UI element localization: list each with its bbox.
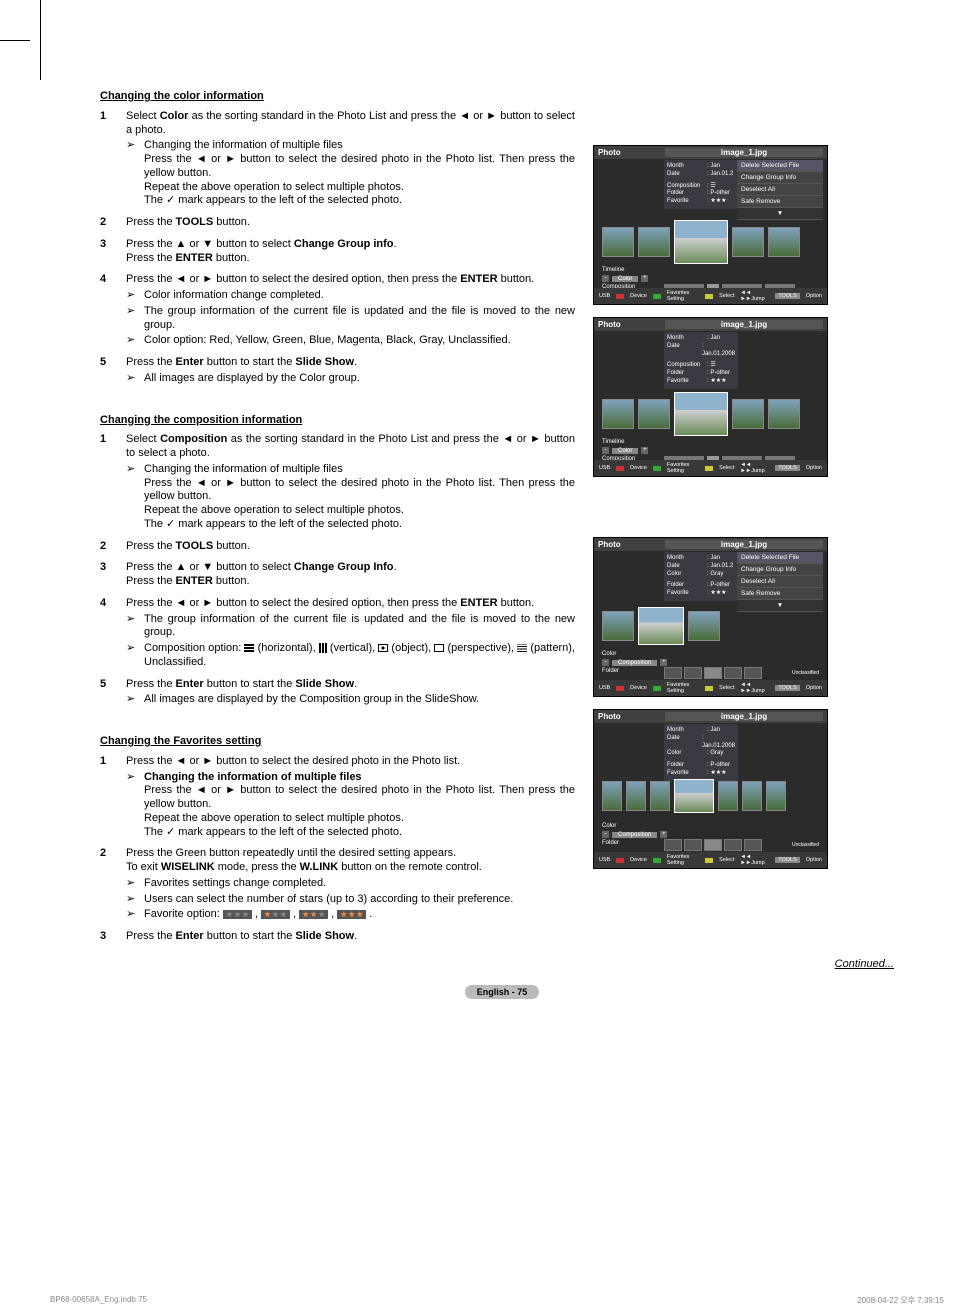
favorite-3-icon	[337, 910, 366, 919]
note-arrow-icon: ➢	[126, 139, 144, 208]
context-menu[interactable]: Delete Selected File Change Group Info D…	[737, 552, 823, 612]
right-column: Photoimage_1.jpg Month: Jan Date: Jan.01…	[593, 90, 838, 952]
menu-item[interactable]: Deselect All	[737, 184, 823, 196]
tv-screenshot-color-menu: Photoimage_1.jpg Month: Jan Date: Jan.01…	[593, 145, 828, 305]
pattern-icon	[517, 644, 527, 652]
favorite-1-icon	[261, 910, 290, 919]
note-arrow-icon: ➢	[126, 289, 144, 303]
print-footer: BP68-00658A_Eng.indb 75 2008-04-22 오후 7:…	[50, 1295, 944, 1306]
context-menu[interactable]: Delete Selected File Change Group Info D…	[737, 160, 823, 220]
tv-screenshot-composition: Photoimage_1.jpg Month: Jan Date: Jan.01…	[593, 709, 828, 869]
left-column: Changing the color information 1 Select …	[100, 90, 575, 952]
page: Changing the color information 1 Select …	[0, 0, 954, 1260]
continued-label: Continued...	[100, 958, 904, 970]
section-heading-color: Changing the color information	[100, 90, 575, 104]
menu-item[interactable]: Safe Remove	[737, 196, 823, 208]
perspective-icon	[434, 644, 444, 652]
horizontal-icon	[244, 644, 254, 652]
section-heading-composition: Changing the composition information	[100, 414, 575, 428]
favorite-0-icon	[223, 910, 252, 919]
object-icon	[378, 644, 388, 652]
tv-screenshot-color: Photoimage_1.jpg Month: Jan Date: Jan.01…	[593, 317, 828, 477]
step: 1 Select Color as the sorting standard i…	[100, 110, 575, 208]
section-heading-favorites: Changing the Favorites setting	[100, 735, 575, 749]
menu-item[interactable]: Change Group Info	[737, 172, 823, 184]
favorite-2-icon	[299, 910, 328, 919]
step-number: 1	[100, 110, 126, 208]
menu-scroll-down-icon[interactable]: ▼	[737, 208, 823, 220]
menu-item[interactable]: Delete Selected File	[737, 160, 823, 172]
vertical-icon	[319, 643, 327, 653]
tv-screenshot-composition-menu: Photoimage_1.jpg Month: Jan Date: Jan.01…	[593, 537, 828, 697]
page-number: English - 75	[100, 982, 904, 1000]
